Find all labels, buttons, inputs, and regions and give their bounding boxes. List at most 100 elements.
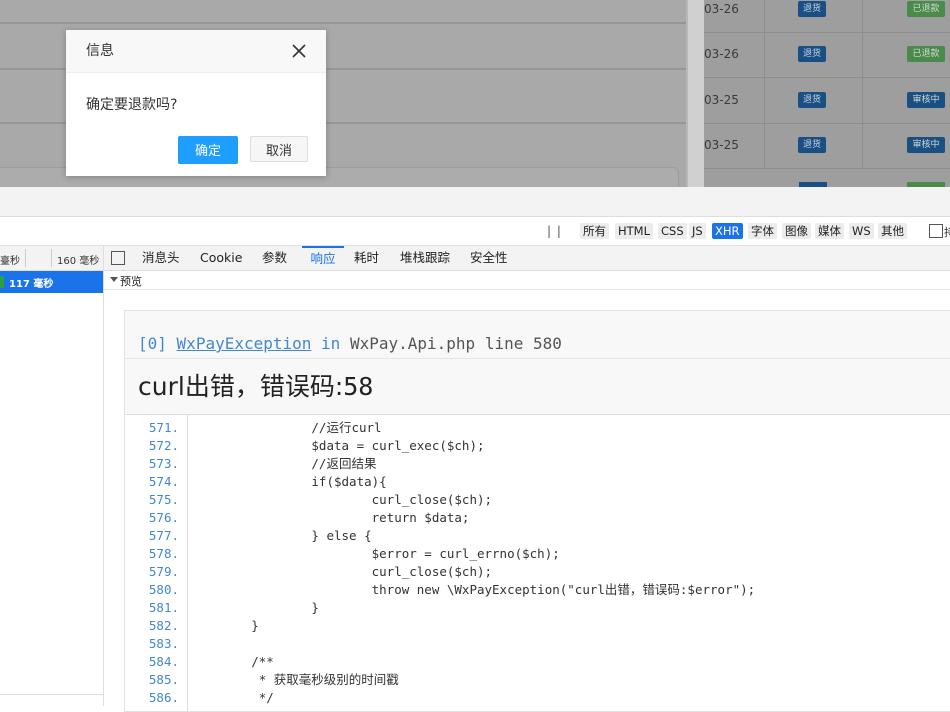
line-number: 577. [148, 528, 179, 543]
return-button[interactable]: 退货 [798, 92, 826, 108]
status-badge: 已退款 [907, 46, 945, 62]
persist-checkbox-label: 持 [944, 226, 950, 239]
tab-headers[interactable]: 消息头 [142, 246, 180, 270]
line-number: 583. [148, 636, 179, 651]
code-text: */ [191, 690, 274, 705]
code-text: * 获取毫秒级别的时间戳 [191, 672, 399, 687]
cancel-button[interactable]: 取消 [250, 136, 308, 162]
line-number: 574. [148, 474, 179, 489]
filter-other[interactable]: 其他 [878, 223, 907, 239]
exception-panel: [0] WxPayException in WxPay.Api.php line… [124, 310, 950, 712]
filter-html[interactable]: HTML [615, 223, 654, 239]
tab-security[interactable]: 安全性 [470, 246, 508, 270]
tab-timings[interactable]: 耗时 [354, 246, 379, 270]
code-line: 582. } [125, 617, 950, 635]
request-row-selected[interactable]: 117 毫秒 [0, 271, 103, 293]
exception-header: [0] WxPayException in WxPay.Api.php line… [125, 311, 950, 415]
filter-font[interactable]: 字体 [748, 223, 777, 239]
tab-stack-trace[interactable]: 堆栈跟踪 [400, 246, 450, 270]
filter-xhr[interactable]: XHR [712, 223, 743, 239]
source-code-view: 571. //运行curl 572. $data = curl_exec($ch)… [125, 415, 950, 711]
code-text: /** [191, 654, 274, 669]
request-duration: 117 毫秒 [9, 279, 54, 290]
page-row-divider [0, 22, 686, 24]
exception-in: in [321, 334, 341, 353]
status-badge: 审核中 [907, 137, 945, 153]
table-row: 03-26 退货 已退款 [704, 0, 950, 33]
col-divider [764, 0, 765, 32]
dialog-header: 信息 [66, 30, 326, 73]
return-button[interactable]: 退货 [798, 1, 826, 17]
line-number: 576. [148, 510, 179, 525]
tab-response[interactable]: 响应 [302, 246, 344, 270]
code-line: 573. //返回结果 [125, 455, 950, 473]
exception-class-link[interactable]: WxPayException [177, 334, 312, 353]
code-text: } else { [191, 528, 372, 543]
code-line: 575. curl_close($ch); [125, 491, 950, 509]
line-number: 586. [148, 690, 179, 705]
filter-image[interactable]: 图像 [782, 223, 811, 239]
timeline-tick: 臺秒 [0, 256, 20, 267]
filter-js[interactable]: JS [689, 223, 706, 239]
request-list: 臺秒 160 毫秒 117 毫秒 [0, 246, 104, 706]
code-text: } [191, 600, 319, 615]
persist-checkbox[interactable] [929, 224, 943, 238]
code-line: 572. $data = curl_exec($ch); [125, 437, 950, 455]
devtools-toolbar [0, 187, 950, 217]
filter-media[interactable]: 媒体 [815, 223, 844, 239]
filter-bar: | | 所有 HTML CSS JS XHR 字体 图像 媒体 WS 其他 持 [0, 217, 950, 246]
column-divider [51, 249, 52, 267]
column-divider [25, 249, 26, 267]
code-text: if($data){ [191, 474, 387, 489]
status-badge: 审核中 [907, 92, 945, 108]
confirm-button[interactable]: 确定 [178, 136, 238, 164]
filter-separator: | | [547, 224, 562, 238]
toggle-sidebar-icon[interactable] [111, 251, 125, 265]
code-text: throw new \WxPayException("curl出错，错误码:$e… [191, 582, 756, 597]
code-line: 571. //运行curl [125, 419, 950, 437]
request-list-header: 臺秒 160 毫秒 [0, 246, 103, 271]
close-icon[interactable] [290, 42, 308, 60]
tab-cookie[interactable]: Cookie [200, 246, 242, 270]
exception-location: [0] WxPayException in WxPay.Api.php line… [138, 334, 562, 353]
page-scrollbar-edge [686, 0, 688, 187]
col-divider [764, 32, 765, 77]
exception-error-code: 58 [343, 372, 374, 401]
tab-params[interactable]: 参数 [262, 246, 287, 270]
row-date: 03-26 [704, 2, 739, 16]
preview-label: 预览 [120, 275, 142, 288]
exception-message: curl出错，错误码:58 [138, 367, 373, 403]
exception-message-text: curl出错，错误码: [138, 372, 344, 401]
col-divider [862, 0, 863, 32]
row-date: 03-25 [704, 93, 739, 107]
table-row: 03-25 退货 审核中 [704, 78, 950, 124]
filter-all[interactable]: 所有 [580, 223, 609, 239]
code-text: curl_close($ch); [191, 492, 493, 507]
code-text: //返回结果 [191, 456, 377, 471]
line-number: 585. [148, 672, 179, 687]
code-line: 586. */ [125, 689, 950, 707]
filter-ws[interactable]: WS [849, 223, 874, 239]
code-text: } [191, 618, 259, 633]
code-text: $data = curl_exec($ch); [191, 438, 485, 453]
return-button[interactable]: 退货 [798, 46, 826, 62]
line-number: 572. [148, 438, 179, 453]
exception-file: WxPay.Api.php [349, 334, 476, 353]
return-button[interactable]: 退货 [798, 137, 826, 153]
col-divider [764, 123, 765, 168]
exception-line-number: 580 [533, 334, 562, 353]
preview-section-header[interactable]: 预览 [104, 271, 950, 290]
line-number: 581. [148, 600, 179, 615]
line-number: 580. [148, 582, 179, 597]
line-number: 582. [148, 618, 179, 633]
filter-css[interactable]: CSS [658, 223, 687, 239]
exception-index: [0] [138, 334, 167, 353]
code-line: 578. $error = curl_errno($ch); [125, 545, 950, 563]
code-line: 581. } [125, 599, 950, 617]
timing-bar [0, 276, 4, 288]
code-line: 574. if($data){ [125, 473, 950, 491]
page-scrollbar[interactable] [686, 0, 704, 187]
col-divider [862, 123, 863, 168]
code-text: curl_close($ch); [191, 564, 493, 579]
line-number: 584. [148, 654, 179, 669]
